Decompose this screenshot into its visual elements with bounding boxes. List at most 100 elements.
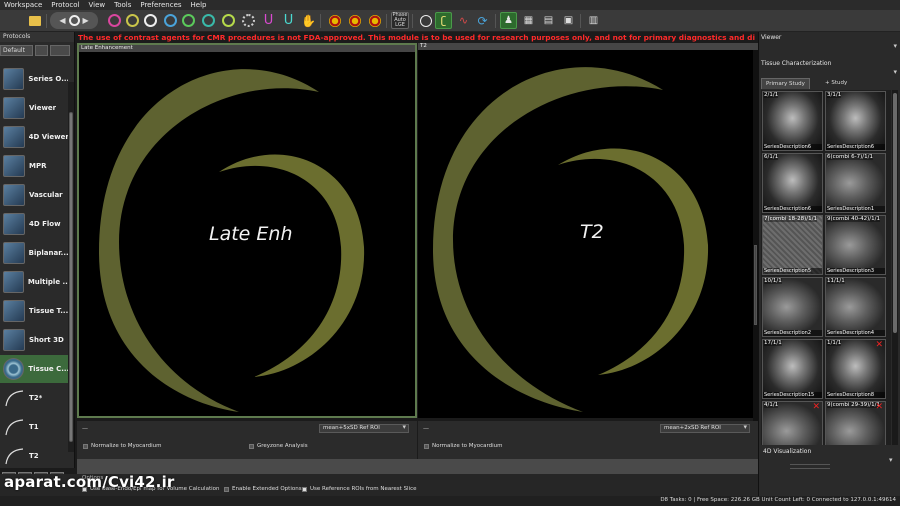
series-thumbnail[interactable]: 4/1/1 ✕ xyxy=(762,401,823,445)
thumbnail-scrollbar[interactable] xyxy=(892,90,898,445)
list-icon[interactable]: ▤ xyxy=(540,12,557,29)
cine-ring-icon[interactable] xyxy=(68,15,80,26)
series-thumbnail[interactable]: 2/1/1 SeriesDescription6 xyxy=(762,91,823,151)
protocol-item-biplanar[interactable]: Biplanar... xyxy=(0,239,68,267)
tissue-characterization-icon xyxy=(3,358,25,380)
series-thumbnail[interactable]: 6/1/1 SeriesDescription6 xyxy=(762,153,823,213)
protocol-item-tissue-characterization[interactable]: Tissue C... xyxy=(0,355,68,383)
series-thumbnail[interactable]: 6(combi 6-7)/1/1 SeriesDescription1 xyxy=(825,153,886,213)
biplanar-icon xyxy=(3,242,25,264)
viewport-title: T2 xyxy=(418,43,758,50)
dot-orange-icon[interactable] xyxy=(346,12,363,29)
t2-controls: — mean+2xSD Ref ROI Normalize to Myocard… xyxy=(418,421,758,459)
dash-marker: — xyxy=(423,425,429,432)
greyzone-checkbox[interactable]: Greyzone Analysis xyxy=(249,443,308,449)
series-thumbnail[interactable]: 17/1/1 SeriesDescription15 xyxy=(762,339,823,399)
collapse-arrow-icon[interactable]: ▾ xyxy=(889,456,897,464)
protocol-item-mpr[interactable]: MPR xyxy=(0,152,68,180)
cine-control[interactable]: ◀ ▶ xyxy=(50,12,98,29)
magnet-pink-icon[interactable]: U xyxy=(260,12,277,29)
refresh-icon[interactable]: ⟳ xyxy=(474,12,491,29)
viewport-scrollbar-thumb[interactable] xyxy=(754,245,757,325)
curve-tool-icon[interactable]: ∿ xyxy=(455,12,472,29)
dash-marker: — xyxy=(82,425,88,432)
tab-add-study[interactable]: + Study xyxy=(821,78,851,89)
protocol-item-tissue-tracking[interactable]: Tissue T... xyxy=(0,297,68,325)
grid-icon[interactable] xyxy=(417,12,434,29)
contour-teal-icon[interactable] xyxy=(200,12,217,29)
viewport-label: Late Enh xyxy=(209,223,293,245)
chart-icon[interactable]: ▣ xyxy=(560,12,577,29)
thumbnail-scrollbar-thumb[interactable] xyxy=(893,93,897,333)
menu-workspace[interactable]: Workspace xyxy=(4,1,42,9)
hand-icon[interactable]: ✋ xyxy=(300,12,317,29)
protocols-scrollbar-thumb[interactable] xyxy=(69,112,73,442)
thumb-index: 1/1/1 xyxy=(827,340,842,346)
back-icon[interactable]: ◀ xyxy=(59,16,65,25)
stat-icon[interactable]: ♟ xyxy=(500,12,517,29)
delete-series-icon[interactable]: ✕ xyxy=(875,402,883,412)
contour-pink-icon[interactable] xyxy=(106,12,123,29)
contour-white-icon[interactable] xyxy=(142,12,159,29)
protocol-settings-button[interactable] xyxy=(50,45,70,56)
series-thumbnail[interactable]: 11/1/1 SeriesDescription4 xyxy=(825,277,886,337)
contour-yellow-icon[interactable] xyxy=(124,12,141,29)
active-tool-icon[interactable]: ʗ xyxy=(435,12,452,29)
tab-primary-study[interactable]: Primary Study xyxy=(761,78,810,89)
t2-viewport[interactable]: T2 T2 xyxy=(418,43,758,425)
protocol-item-short-3d[interactable]: Short 3D xyxy=(0,326,68,354)
contour-lime-icon[interactable] xyxy=(220,12,237,29)
forward-icon[interactable]: ▶ xyxy=(83,16,89,25)
menu-protocol[interactable]: Protocol xyxy=(51,1,79,9)
normalize-checkbox[interactable]: Normalize to Myocardium xyxy=(83,443,162,449)
protocol-item-series-overview[interactable]: Series O... xyxy=(0,65,68,93)
magnet-blue-icon[interactable]: U xyxy=(280,12,297,29)
series-thumbnail[interactable]: 10/1/1 SeriesDescription2 xyxy=(762,277,823,337)
bars-icon[interactable]: ▦ xyxy=(520,12,537,29)
menu-view[interactable]: View xyxy=(88,1,105,9)
series-thumbnail[interactable]: 7(combi 18-28)/1/1 SeriesDescription5 xyxy=(762,215,823,275)
protocol-item-4d-flow[interactable]: 4D Flow xyxy=(0,210,68,238)
collapse-arrow-icon[interactable]: ▾ xyxy=(893,42,897,50)
contour-dotted-icon[interactable] xyxy=(240,12,257,29)
dot-red-icon[interactable] xyxy=(326,12,343,29)
phase-lge-icon[interactable]: Phase Auto LGE xyxy=(391,12,409,29)
protocol-item-viewer[interactable]: Viewer xyxy=(0,94,68,122)
dot-yellow-icon[interactable] xyxy=(366,12,383,29)
roi-threshold-select[interactable]: mean+2xSD Ref ROI xyxy=(660,424,750,433)
delete-series-icon[interactable]: ✕ xyxy=(812,402,820,412)
contour-blue-icon[interactable] xyxy=(162,12,179,29)
series-thumbnail[interactable]: 3/1/1 SeriesDescription6 xyxy=(825,91,886,151)
collapse-arrow-icon[interactable]: ▾ xyxy=(893,68,897,76)
protocol-item-vascular[interactable]: Vascular xyxy=(0,181,68,209)
protocol-item-t1[interactable]: T1 xyxy=(0,413,68,441)
normalize-checkbox[interactable]: Normalize to Myocardium xyxy=(424,443,503,449)
use-reference-checkbox[interactable]: Use Reference ROIs from Nearest Slice xyxy=(302,486,417,492)
menu-tools[interactable]: Tools xyxy=(114,1,131,9)
series-thumbnail-grid: 2/1/1 SeriesDescription6 3/1/1 SeriesDescr… xyxy=(761,90,891,445)
roi-threshold-select[interactable]: mean+5xSD Ref ROI xyxy=(319,424,409,433)
protocol-item-multiple[interactable]: Multiple ... xyxy=(0,268,68,296)
protocol-label: T2 xyxy=(29,452,39,460)
enable-extended-checkbox[interactable]: Enable Extended Options xyxy=(224,486,302,492)
contour-green-icon[interactable] xyxy=(180,12,197,29)
report-icon[interactable]: ▥ xyxy=(585,12,602,29)
series-thumbnail[interactable]: 9(combi 40-42)/1/1 SeriesDescription3 xyxy=(825,215,886,275)
protocol-item-t2star[interactable]: T2* xyxy=(0,384,68,412)
late-enhancement-viewport[interactable]: Late Enhancement Late Enh xyxy=(77,43,417,418)
protocols-scrollbar[interactable] xyxy=(68,82,74,452)
delete-series-icon[interactable]: ✕ xyxy=(875,340,883,350)
save-protocol-button[interactable] xyxy=(35,45,48,56)
protocol-item-t2[interactable]: T2 xyxy=(0,442,68,470)
open-icon[interactable] xyxy=(26,12,43,29)
menu-help[interactable]: Help xyxy=(191,1,207,9)
checkbox-label: Greyzone Analysis xyxy=(257,443,308,449)
series-thumbnail[interactable]: 1/1/1 ✕ SeriesDescription8 xyxy=(825,339,886,399)
thumb-description: SeriesDescription3 xyxy=(826,268,885,274)
protocol-preset-select[interactable]: Default xyxy=(0,45,33,56)
series-thumbnail[interactable]: 9(combi 29-39)/1/1 ✕ xyxy=(825,401,886,445)
menu-preferences[interactable]: Preferences xyxy=(140,1,181,9)
protocol-item-4d-viewer[interactable]: 4D Viewer xyxy=(0,123,68,151)
toolbar-separator xyxy=(412,14,413,28)
panel-resize-grip[interactable] xyxy=(790,464,830,469)
